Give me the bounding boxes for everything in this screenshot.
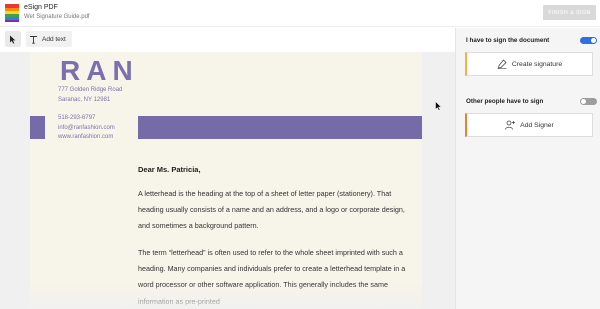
add-signer-label: Add Signer	[520, 121, 554, 129]
toggle-knob	[591, 38, 596, 43]
others-sign-toggle[interactable]	[580, 98, 597, 105]
letterhead-band-left	[30, 116, 45, 139]
email-address: info@ranfashion.com	[58, 125, 115, 131]
letter-paragraph-1: A letterhead is the heading at the top o…	[138, 189, 405, 231]
add-text-label: Add text	[42, 35, 66, 43]
viewer-bottom-fade	[0, 284, 455, 309]
app-logo-icon	[5, 4, 19, 22]
create-signature-label: Create signature	[511, 60, 563, 68]
text-tool-icon	[30, 35, 37, 44]
letterhead-brand: RAN	[60, 55, 139, 86]
finish-and-sign-button[interactable]: FINISH & SIGN	[543, 5, 596, 20]
letter-greeting: Dear Ms. Patricia,	[138, 165, 201, 174]
website-url: www.ranfashion.com	[58, 134, 114, 140]
others-sign-label: Other people have to sign	[466, 98, 544, 105]
signing-panel: I have to sign the document Create signa…	[455, 28, 600, 309]
editor-toolbar: Add text	[0, 28, 455, 52]
self-sign-toggle[interactable]	[580, 37, 597, 44]
address-line-2: Saranac, NY 12981	[58, 97, 111, 103]
signature-pen-icon	[497, 59, 507, 69]
mouse-cursor-icon	[435, 101, 442, 111]
add-text-button[interactable]: Add text	[26, 31, 72, 47]
cursor-arrow-icon	[10, 35, 16, 44]
toggle-knob	[581, 99, 586, 104]
self-sign-label: I have to sign the document	[466, 37, 550, 44]
app-title: eSign PDF	[24, 4, 58, 11]
phone-number: 518-293-6797	[58, 115, 96, 121]
add-signer-button[interactable]: Add Signer	[465, 113, 593, 137]
letterhead-band-right	[138, 116, 422, 139]
pointer-tool-button[interactable]	[5, 31, 21, 47]
file-name: Wet Signature Guide.pdf	[24, 14, 90, 20]
document-page[interactable]: RAN 777 Golden Ridge Road Saranac, NY 12…	[30, 52, 422, 309]
address-line-1: 777 Golden Ridge Road	[58, 87, 123, 93]
add-user-icon	[505, 120, 516, 130]
document-viewer[interactable]: RAN 777 Golden Ridge Road Saranac, NY 12…	[0, 52, 455, 309]
top-bar: eSign PDF Wet Signature Guide.pdf FINISH…	[0, 0, 600, 27]
create-signature-button[interactable]: Create signature	[465, 52, 593, 76]
